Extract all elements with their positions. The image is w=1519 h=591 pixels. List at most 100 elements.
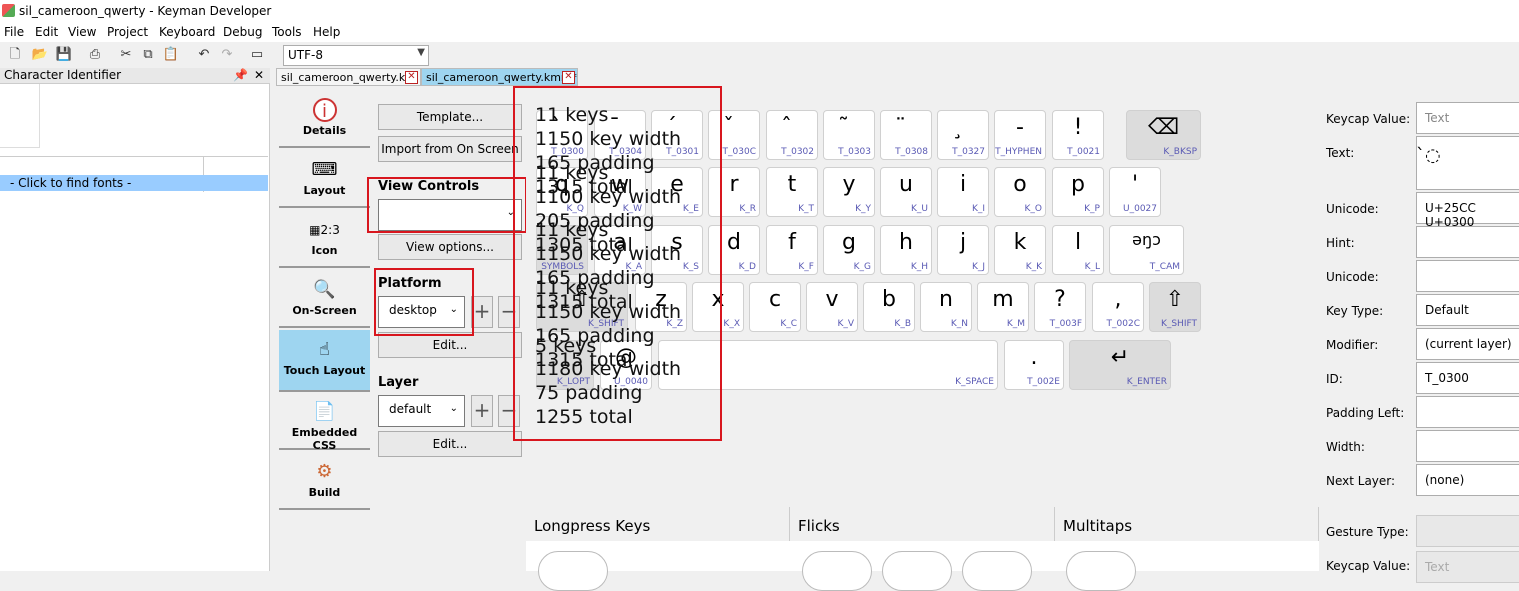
key-t_002c[interactable]: , T_002C <box>1092 282 1144 332</box>
close-tab-icon[interactable]: ✕ <box>405 71 418 84</box>
key-k_v[interactable]: v K_V <box>806 282 858 332</box>
hint-input[interactable] <box>1416 226 1519 258</box>
key-id-label: K_T <box>798 204 814 214</box>
keycap-input[interactable]: Text <box>1416 102 1519 134</box>
gesture-type-select[interactable] <box>1416 515 1519 547</box>
key-t_0021[interactable]: ! T_0021 <box>1052 110 1104 160</box>
key-k_u[interactable]: u K_U <box>880 167 932 217</box>
close-tab-icon[interactable]: ✕ <box>562 71 575 84</box>
width-input[interactable] <box>1416 430 1519 462</box>
key-k_t[interactable]: t K_T <box>766 167 818 217</box>
key-k_h[interactable]: h K_H <box>880 225 932 275</box>
save-icon[interactable]: 💾 <box>55 46 73 64</box>
key-cap-text: t <box>787 172 797 197</box>
key-t_hyphen[interactable]: - T_HYPHEN <box>994 110 1046 160</box>
key-t_cam[interactable]: əŋɔ T_CAM <box>1109 225 1184 275</box>
menu-edit[interactable]: Edit <box>35 25 58 39</box>
tab-kpj[interactable]: sil_cameroon_qwerty.kpj ✕ <box>276 68 421 86</box>
window-icon[interactable]: ▭ <box>248 46 266 64</box>
key-t_002e[interactable]: . T_002E <box>1004 340 1064 390</box>
close-icon[interactable]: ✕ <box>254 68 264 83</box>
key-k_p[interactable]: p K_P <box>1052 167 1104 217</box>
nav-embedded-css[interactable]: 📄 Embedded CSS <box>279 392 370 452</box>
add-platform-button[interactable]: + <box>471 296 493 328</box>
key-t_0327[interactable]: ̧ T_0327 <box>937 110 989 160</box>
hint-unicode-input[interactable] <box>1416 260 1519 292</box>
tab-kmn[interactable]: sil_cameroon_qwerty.kmn * ✕ <box>421 68 578 86</box>
key-cap-text: əŋɔ <box>1132 230 1161 249</box>
key-k_n[interactable]: n K_N <box>920 282 972 332</box>
next-layer-select[interactable]: (none) <box>1416 464 1519 496</box>
flick-key-slot[interactable] <box>962 551 1032 591</box>
key-k_o[interactable]: o K_O <box>994 167 1046 217</box>
copy-icon[interactable]: ⧉ <box>139 46 157 64</box>
key-id-label: K_Y <box>855 204 871 214</box>
unicode-input[interactable]: U+25CC U+0300 <box>1416 192 1519 229</box>
gesture-keycap-input[interactable]: Text <box>1416 551 1519 583</box>
nav-details[interactable]: i Details <box>279 90 370 148</box>
pin-icon[interactable]: 📌 <box>233 68 248 83</box>
menu-help[interactable]: Help <box>313 25 340 39</box>
print-icon[interactable]: ⎙ <box>86 46 104 64</box>
undo-icon[interactable]: ↶ <box>195 46 213 64</box>
key-id-label: T_HYPHEN <box>995 147 1042 157</box>
view-options-button[interactable]: View options... <box>378 234 522 260</box>
key-k_k[interactable]: k K_K <box>994 225 1046 275</box>
key-u_0027[interactable]: ' U_0027 <box>1109 167 1161 217</box>
key-k_m[interactable]: m K_M <box>977 282 1029 332</box>
find-fonts-row[interactable]: - Click to find fonts - <box>0 175 268 191</box>
key-k_y[interactable]: y K_Y <box>823 167 875 217</box>
encoding-select[interactable]: UTF-8 ▼ <box>283 45 429 66</box>
menu-keyboard[interactable]: Keyboard <box>159 25 215 39</box>
key-t_0302[interactable]: ̂ T_0302 <box>766 110 818 160</box>
key-k_j[interactable]: j K_J <box>937 225 989 275</box>
longpress-key-slot[interactable] <box>538 551 608 591</box>
cut-icon[interactable]: ✂ <box>117 46 135 64</box>
key-k_c[interactable]: c K_C <box>749 282 801 332</box>
template-button[interactable]: Template... <box>378 104 522 130</box>
key-cap-text: n <box>939 287 953 312</box>
new-file-icon[interactable]: 🗋 <box>6 46 24 64</box>
menu-project[interactable]: Project <box>107 25 148 39</box>
menu-debug[interactable]: Debug <box>223 25 262 39</box>
nav-on-screen[interactable]: 🔍 On-Screen <box>279 270 370 328</box>
key-t_003f[interactable]: ? T_003F <box>1034 282 1086 332</box>
multitap-key-slot[interactable] <box>1066 551 1136 591</box>
add-layer-button[interactable]: + <box>471 395 493 427</box>
nav-touch-layout[interactable]: ☝ Touch Layout <box>279 330 370 392</box>
key-k_g[interactable]: g K_G <box>823 225 875 275</box>
nav-label: Touch Layout <box>283 364 366 377</box>
id-input[interactable]: T_0300 <box>1416 362 1519 394</box>
key-k_bksp[interactable]: ⌫ K_BKSP <box>1126 110 1201 160</box>
paste-icon[interactable]: 📋 <box>162 46 180 64</box>
key-k_l[interactable]: l K_L <box>1052 225 1104 275</box>
flick-key-slot[interactable] <box>882 551 952 591</box>
open-folder-icon[interactable]: 📂 <box>31 46 49 64</box>
key-k_enter[interactable]: ↵ K_ENTER <box>1069 340 1171 390</box>
key-t_0303[interactable]: ̃ T_0303 <box>823 110 875 160</box>
menu-tools[interactable]: Tools <box>272 25 302 39</box>
layer-select[interactable]: default ⌄ <box>378 395 465 427</box>
nav-icon[interactable]: ▦2:3 Icon <box>279 210 370 268</box>
key-k_f[interactable]: f K_F <box>766 225 818 275</box>
editor-tabs: sil_cameroon_qwerty.kpj ✕ sil_cameroon_q… <box>276 68 1519 86</box>
key-id-label: K_M <box>1006 319 1025 329</box>
key-k_shift[interactable]: ⇧ K_SHIFT <box>1149 282 1201 332</box>
key-k_b[interactable]: b K_B <box>863 282 915 332</box>
edit-layer-button[interactable]: Edit... <box>378 431 522 457</box>
nav-label: Icon <box>311 244 338 257</box>
nav-layout[interactable]: ⌨ Layout <box>279 150 370 208</box>
flick-key-slot[interactable] <box>802 551 872 591</box>
title-bar: sil_cameroon_qwerty - Keyman Developer <box>0 0 1519 22</box>
key-k_i[interactable]: i K_I <box>937 167 989 217</box>
menu-view[interactable]: View <box>68 25 96 39</box>
nav-build[interactable]: ⚙ Build <box>279 452 370 510</box>
key-t_0308[interactable]: ̈ T_0308 <box>880 110 932 160</box>
menu-file[interactable]: File <box>4 25 24 39</box>
modifier-select[interactable]: (current layer) <box>1416 328 1519 360</box>
redo-icon[interactable]: ↷ <box>218 46 236 64</box>
import-on-screen-button[interactable]: Import from On Screen <box>378 136 522 162</box>
key-type-select[interactable]: Default <box>1416 294 1519 326</box>
text-input[interactable]: ̀◌ <box>1416 136 1519 190</box>
padding-left-input[interactable] <box>1416 396 1519 428</box>
